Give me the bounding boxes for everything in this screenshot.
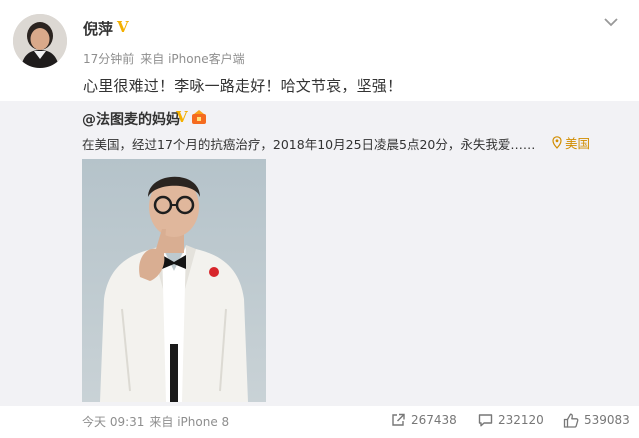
repost-icon <box>392 413 405 426</box>
post-meta: 17分钟前 来自 iPhone客户端 <box>83 50 251 67</box>
repost-card[interactable]: @法图麦的妈妈 V 在美国，经过17个月的抗癌治疗，2018年10月25日凌晨5… <box>0 101 639 406</box>
verified-badge-icon: V <box>176 108 188 126</box>
original-post-text: 在美国，经过17个月的抗癌治疗，2018年10月25日凌晨5点20分，永失我爱…… <box>82 137 536 152</box>
post-text: 心里很难过！李咏一路走好！哈文节哀，坚强！ <box>83 77 403 95</box>
footer-meta: 今天 09:31 来自 iPhone 8 <box>82 413 234 430</box>
avatar-portrait <box>13 14 67 68</box>
original-author-badges: V <box>176 108 208 126</box>
thumbs-up-icon <box>563 413 579 428</box>
like-count: 539083 <box>584 413 630 427</box>
repost-button[interactable]: 267438 <box>391 410 457 430</box>
repost-count: 267438 <box>411 413 457 427</box>
location-tag[interactable]: 美国 <box>552 133 590 152</box>
verified-badge-icon: V <box>117 18 129 36</box>
weibo-post: 倪萍 V 17分钟前 来自 iPhone客户端 心里很难过！李咏一路走好！哈文节哀… <box>0 0 639 438</box>
chevron-down-icon[interactable] <box>603 16 619 28</box>
like-button[interactable]: 539083 <box>563 410 630 430</box>
author-name[interactable]: 倪萍 <box>83 18 113 39</box>
photo[interactable] <box>82 159 266 402</box>
comment-button[interactable]: 232120 <box>478 410 544 430</box>
footer-source: 来自 iPhone 8 <box>149 415 230 429</box>
original-author[interactable]: @法图麦的妈妈 <box>82 109 180 129</box>
photo-portrait <box>82 159 266 402</box>
comment-count: 232120 <box>498 413 544 427</box>
comment-icon <box>478 414 493 427</box>
avatar[interactable] <box>13 14 67 68</box>
post-time[interactable]: 17分钟前 <box>83 52 134 66</box>
post-source: 来自 iPhone客户端 <box>140 52 245 66</box>
footer-time[interactable]: 今天 09:31 <box>82 415 144 429</box>
location-label: 美国 <box>565 136 591 151</box>
location-pin-icon <box>552 136 562 149</box>
member-badge-icon <box>191 110 206 124</box>
